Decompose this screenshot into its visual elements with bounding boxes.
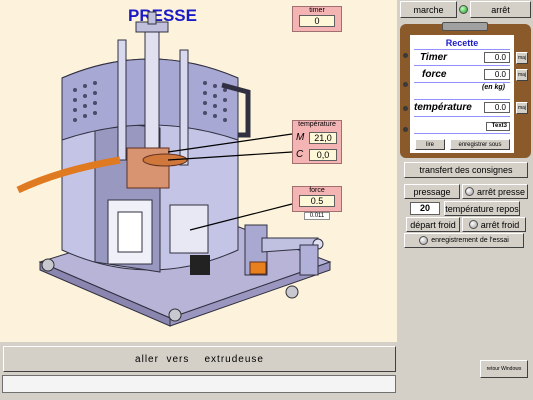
stop-button[interactable]: arrêt: [470, 1, 531, 18]
paper-line: [414, 133, 510, 134]
recipe-paper: Recette Timer 0.0 force 0.0 (en kg) temp…: [410, 35, 514, 153]
read-recipe-button[interactable]: lire: [415, 139, 445, 150]
binder-hole-icon: [403, 53, 408, 58]
update-timer-button[interactable]: maj: [516, 52, 528, 64]
stop-button-label: arrêt: [491, 4, 510, 15]
recipe-force-unit: (en kg): [482, 84, 505, 91]
rest-temperature-input[interactable]: 20: [410, 202, 440, 215]
record-test-label: enregistrement de l'essai: [431, 237, 509, 244]
force-label: force: [309, 187, 325, 194]
force-sub-value: 0.011: [304, 212, 330, 220]
binder-hole-icon: [403, 127, 408, 132]
binder-hole-icon: [403, 82, 408, 87]
goto-extruder-label: aller vers extrudeuse: [135, 353, 264, 365]
recipe-text-field[interactable]: Text3: [486, 122, 510, 131]
running-led-icon: [459, 5, 468, 14]
cold-stop-led-icon: [468, 220, 478, 229]
return-windows-button[interactable]: retour Windows: [480, 360, 528, 378]
force-box: force 0.5: [292, 186, 342, 212]
press-label: pressage: [413, 186, 451, 197]
binder-hole-icon: [403, 106, 408, 111]
recipe-force-label: force: [422, 69, 447, 80]
save-recipe-as-button[interactable]: enregistrer sous: [450, 139, 510, 150]
paper-line: [414, 99, 510, 100]
record-test-button[interactable]: enregistrement de l'essai: [404, 233, 524, 248]
press-machine-illustration: [16, 11, 332, 327]
rest-temperature-label: température repos: [445, 203, 519, 214]
recipe-force-input[interactable]: 0.0: [484, 69, 510, 80]
record-test-led-icon: [419, 236, 429, 245]
cold-stop-button[interactable]: arrêt froid: [462, 217, 526, 232]
recipe-timer-input[interactable]: 0.0: [484, 52, 510, 63]
recipe-temp-input[interactable]: 0.0: [484, 102, 510, 113]
paper-line: [414, 116, 510, 117]
temperature-c-value: 0,0: [309, 149, 337, 161]
maj-label: maj: [517, 55, 527, 61]
recipe-timer-label: Timer: [420, 52, 448, 63]
transfer-setpoints-label: transfert des consignes: [419, 165, 513, 175]
temperature-box: température M 21,0 C 0,0: [292, 120, 342, 164]
temperature-m-label: M: [296, 132, 305, 143]
recipe-clipboard: Recette Timer 0.0 force 0.0 (en kg) temp…: [400, 22, 531, 158]
goto-extruder-button[interactable]: aller vers extrudeuse: [3, 346, 396, 372]
stop-press-label: arrêt presse: [476, 186, 526, 197]
maj-label: maj: [517, 105, 527, 111]
temperature-label: température: [298, 121, 336, 128]
cold-start-label: départ froid: [410, 219, 456, 230]
paper-line: [414, 82, 510, 83]
stop-press-led-icon: [464, 187, 474, 196]
timer-box: timer 0: [292, 6, 342, 32]
return-windows-label: retour Windows: [486, 366, 522, 372]
temperature-m-value: 21,0: [309, 132, 337, 144]
recipe-temp-label: température: [414, 102, 472, 113]
transfer-setpoints-button[interactable]: transfert des consignes: [404, 162, 528, 178]
read-recipe-label: lire: [425, 141, 434, 148]
press-diagram-canvas: PRESSE timer 0 température M 21,0 C 0,0 …: [0, 0, 397, 342]
paper-line: [414, 65, 510, 66]
maj-label: maj: [517, 72, 527, 78]
update-temperature-button[interactable]: maj: [516, 102, 528, 114]
press-button[interactable]: pressage: [404, 184, 460, 199]
cold-start-button[interactable]: départ froid: [406, 217, 460, 232]
stop-press-button[interactable]: arrêt presse: [462, 184, 528, 199]
recipe-title: Recette: [445, 38, 479, 48]
clipboard-clip-icon: [442, 22, 488, 31]
status-field: [2, 375, 396, 393]
force-value: 0.5: [299, 195, 335, 207]
rest-temperature-button[interactable]: température repos: [444, 201, 520, 216]
start-button[interactable]: marche: [400, 1, 457, 18]
paper-line: [414, 49, 510, 50]
start-button-label: marche: [413, 4, 444, 15]
save-recipe-as-label: enregistrer sous: [458, 141, 502, 148]
cold-stop-label: arrêt froid: [480, 219, 520, 230]
timer-label: timer: [309, 7, 325, 14]
update-force-button[interactable]: maj: [516, 69, 528, 81]
temperature-c-label: C: [296, 149, 304, 160]
timer-value: 0: [299, 15, 335, 27]
